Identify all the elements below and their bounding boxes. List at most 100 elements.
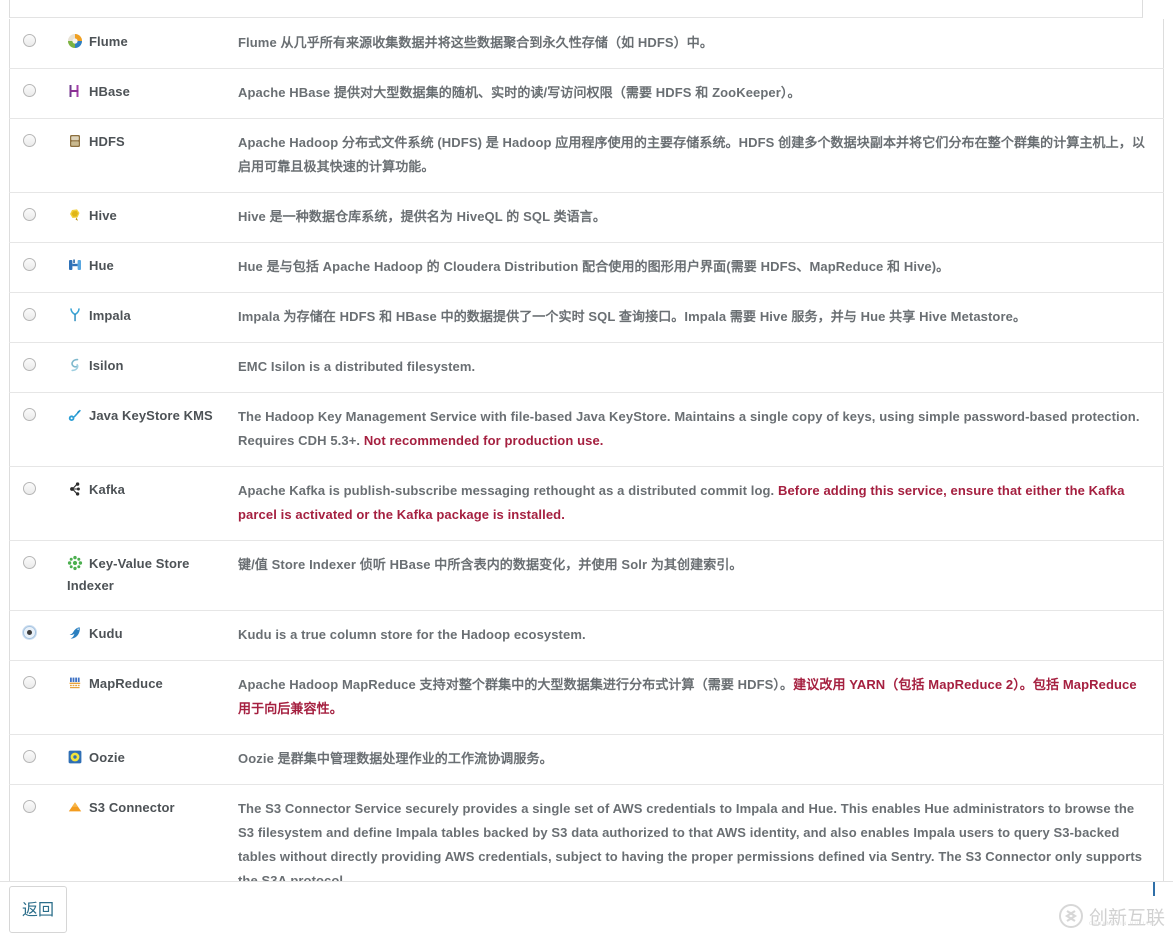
service-name-cell[interactable]: HBase: [67, 68, 238, 119]
service-description-text: Apache Kafka is publish-subscribe messag…: [238, 483, 1125, 522]
radio-cell[interactable]: [9, 118, 67, 193]
service-description-text: Oozie 是群集中管理数据处理作业的工作流协调服务。: [238, 751, 553, 766]
service-name-label[interactable]: HDFS: [67, 131, 232, 153]
service-name-label[interactable]: MapReduce: [67, 673, 232, 695]
service-name-cell[interactable]: Kudu: [67, 610, 238, 661]
service-name-cell[interactable]: Oozie: [67, 734, 238, 785]
clipped-row-above: [0, 0, 1173, 19]
table-row[interactable]: MapReduce Apache Hadoop MapReduce 支持对整个群集…: [9, 660, 1164, 735]
java-keystore-kms-icon: [67, 407, 83, 423]
cx-circle-logo-icon: [1058, 903, 1084, 929]
service-radio[interactable]: [23, 626, 36, 639]
service-name-label[interactable]: Oozie: [67, 747, 232, 769]
service-name-label[interactable]: Flume: [67, 31, 232, 53]
service-radio[interactable]: [23, 258, 36, 271]
service-name-label[interactable]: Hive: [67, 205, 232, 227]
service-name-cell[interactable]: Isilon: [67, 342, 238, 393]
service-name-label[interactable]: S3 Connector: [67, 797, 232, 819]
radio-cell[interactable]: [9, 660, 67, 735]
table-row[interactable]: Kudu Kudu is a true column store for the …: [9, 610, 1164, 661]
isilon-icon: [67, 357, 83, 373]
impala-icon: [67, 307, 83, 323]
hue-icon: [67, 257, 83, 273]
table-row[interactable]: Hive Hive 是一种数据仓库系统，提供名为 HiveQL 的 SQL 类语言…: [9, 192, 1164, 243]
table-row[interactable]: Isilon EMC Isilon is a distributed filesy…: [9, 342, 1164, 393]
service-name-cell[interactable]: Key-Value Store Indexer: [67, 540, 238, 611]
service-name-cell[interactable]: Hive: [67, 192, 238, 243]
service-description-cell: Apache Kafka is publish-subscribe messag…: [238, 466, 1164, 541]
scrollbar-thumb-remnant: [1153, 882, 1155, 896]
radio-cell[interactable]: [9, 734, 67, 785]
table-row[interactable]: Oozie Oozie 是群集中管理数据处理作业的工作流协调服务。: [9, 734, 1164, 785]
radio-cell[interactable]: [9, 540, 67, 611]
service-description-cell: Flume 从几乎所有来源收集数据并将这些数据聚合到永久性存储（如 HDFS）中…: [238, 19, 1164, 69]
service-radio[interactable]: [23, 676, 36, 689]
service-radio[interactable]: [23, 556, 36, 569]
service-radio[interactable]: [23, 308, 36, 321]
table-row[interactable]: Impala Impala 为存储在 HDFS 和 HBase 中的数据提供了一个…: [9, 292, 1164, 343]
service-radio[interactable]: [23, 800, 36, 813]
service-description-warning: Not recommended for production use.: [363, 433, 604, 448]
service-description-cell: Apache HBase 提供对大型数据集的随机、实时的读/写访问权限（需要 H…: [238, 68, 1164, 119]
service-description-cell: The Hadoop Key Management Service with f…: [238, 392, 1164, 467]
service-name-label[interactable]: Hue: [67, 255, 232, 277]
watermark-subtext: CHUANGXIN HULIAN: [1088, 921, 1155, 927]
service-name-label[interactable]: Kafka: [67, 479, 232, 501]
hdfs-icon: [67, 133, 83, 149]
service-name-label[interactable]: Kudu: [67, 623, 232, 645]
service-name-cell[interactable]: Hue: [67, 242, 238, 293]
service-name-label[interactable]: Key-Value Store Indexer: [67, 553, 232, 597]
flume-icon: [67, 33, 83, 49]
service-description-text: The Hadoop Key Management Service with f…: [238, 409, 1140, 448]
service-name-label[interactable]: Isilon: [67, 355, 232, 377]
radio-cell[interactable]: [9, 466, 67, 541]
service-picker-page: Flume Flume 从几乎所有来源收集数据并将这些数据聚合到永久性存储（如 H…: [0, 0, 1173, 940]
table-row[interactable]: HDFS Apache Hadoop 分布式文件系统 (HDFS) 是 Hadoo…: [9, 118, 1164, 193]
radio-cell[interactable]: [9, 392, 67, 467]
s3-connector-icon: [67, 799, 83, 815]
service-description-text: Kudu is a true column store for the Hado…: [238, 627, 586, 642]
radio-cell[interactable]: [9, 292, 67, 343]
table-row[interactable]: Key-Value Store Indexer 键/值 Store Indexer…: [9, 540, 1164, 611]
radio-cell[interactable]: [9, 68, 67, 119]
service-description-warning: 建议改用 YARN（包括 MapReduce 2）。包括 MapReduce 用…: [238, 677, 1137, 716]
service-name-cell[interactable]: HDFS: [67, 118, 238, 193]
radio-cell[interactable]: [9, 19, 67, 69]
service-radio[interactable]: [23, 208, 36, 221]
service-name-cell[interactable]: Java KeyStore KMS: [67, 392, 238, 467]
service-name-label[interactable]: Impala: [67, 305, 232, 327]
service-name-cell[interactable]: Kafka: [67, 466, 238, 541]
table-row[interactable]: HBase Apache HBase 提供对大型数据集的随机、实时的读/写访问权限…: [9, 68, 1164, 119]
service-description-text: Apache Hadoop MapReduce 支持对整个群集中的大型数据集进行…: [238, 677, 1137, 716]
table-row[interactable]: Java KeyStore KMS The Hadoop Key Manageme…: [9, 392, 1164, 467]
radio-cell[interactable]: [9, 342, 67, 393]
service-radio[interactable]: [23, 34, 36, 47]
mapreduce-icon: [67, 675, 83, 691]
service-name-label[interactable]: HBase: [67, 81, 232, 103]
service-radio[interactable]: [23, 408, 36, 421]
back-button[interactable]: 返回: [9, 886, 67, 933]
table-row[interactable]: Hue Hue 是与包括 Apache Hadoop 的 Cloudera Dis…: [9, 242, 1164, 293]
service-radio[interactable]: [23, 750, 36, 763]
service-name-cell[interactable]: MapReduce: [67, 660, 238, 735]
service-description-cell: Hue 是与包括 Apache Hadoop 的 Cloudera Distri…: [238, 242, 1164, 293]
service-radio[interactable]: [23, 134, 36, 147]
service-radio[interactable]: [23, 482, 36, 495]
service-name-cell[interactable]: Impala: [67, 292, 238, 343]
service-name-label[interactable]: Java KeyStore KMS: [67, 405, 232, 427]
radio-cell[interactable]: [9, 192, 67, 243]
radio-cell[interactable]: [9, 610, 67, 661]
service-description-text: Apache Hadoop 分布式文件系统 (HDFS) 是 Hadoop 应用…: [238, 135, 1145, 174]
radio-cell[interactable]: [9, 242, 67, 293]
service-description-cell: 键/值 Store Indexer 侦听 HBase 中所含表内的数据变化，并使…: [238, 540, 1164, 611]
footer-bar: 返回 创新互联 CHUANGXIN HULIAN: [0, 881, 1173, 940]
service-name-cell[interactable]: Flume: [67, 19, 238, 69]
hive-icon: [67, 207, 83, 223]
service-radio[interactable]: [23, 358, 36, 371]
service-description-text: 键/值 Store Indexer 侦听 HBase 中所含表内的数据变化，并使…: [238, 557, 743, 572]
service-radio[interactable]: [23, 84, 36, 97]
service-description-cell: Apache Hadoop 分布式文件系统 (HDFS) 是 Hadoop 应用…: [238, 118, 1164, 193]
service-description-text: Apache HBase 提供对大型数据集的随机、实时的读/写访问权限（需要 H…: [238, 85, 801, 100]
table-row[interactable]: Flume Flume 从几乎所有来源收集数据并将这些数据聚合到永久性存储（如 H…: [9, 19, 1164, 69]
table-row[interactable]: Kafka Apache Kafka is publish-subscribe m…: [9, 466, 1164, 541]
